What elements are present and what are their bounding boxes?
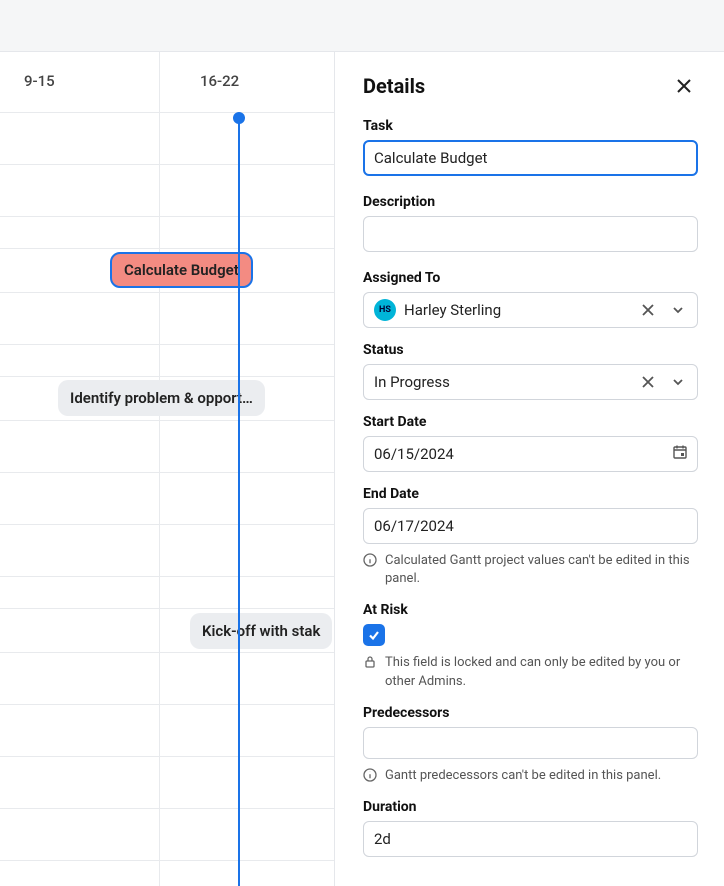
clear-assigned-button[interactable] — [637, 299, 659, 321]
task-input[interactable] — [363, 140, 698, 176]
panel-title: Details — [363, 74, 425, 98]
gantt-column-header: 9-15 — [24, 72, 55, 90]
grid-line — [0, 652, 334, 653]
start-date-label: Start Date — [363, 414, 698, 430]
description-label: Description — [363, 194, 698, 210]
grid-line — [0, 216, 334, 217]
status-select[interactable]: In Progress — [363, 364, 698, 400]
grid-line — [0, 808, 334, 809]
end-date-note: Calculated Gantt project values can't be… — [385, 552, 698, 588]
grid-line — [0, 576, 334, 577]
info-icon — [363, 768, 377, 782]
chevron-down-icon — [671, 303, 685, 317]
grid-line — [0, 376, 334, 377]
grid-line — [0, 860, 334, 861]
assigned-name: Harley Sterling — [404, 301, 629, 319]
atrisk-label: At Risk — [363, 602, 698, 618]
end-date-label: End Date — [363, 486, 698, 502]
gantt-task-identify-problem[interactable]: Identify problem & opport… — [58, 380, 265, 416]
grid-line — [0, 524, 334, 525]
grid-line — [0, 164, 334, 165]
predecessors-input[interactable] — [363, 727, 698, 759]
status-label: Status — [363, 342, 698, 358]
gantt-task-label: Identify problem & opport… — [70, 389, 253, 407]
assigned-label: Assigned To — [363, 270, 698, 286]
info-icon — [363, 553, 377, 567]
gantt-task-label: Calculate Budget — [124, 261, 239, 279]
grid-line — [0, 112, 334, 113]
calendar-icon[interactable] — [672, 444, 688, 464]
clear-status-button[interactable] — [637, 371, 659, 393]
gantt-column-header: 16-22 — [200, 72, 239, 90]
grid-line — [0, 344, 334, 345]
gantt-column — [160, 52, 335, 886]
duration-input[interactable] — [363, 821, 698, 857]
avatar: HS — [374, 299, 396, 321]
grid-line — [0, 472, 334, 473]
task-label: Task — [363, 118, 698, 134]
gantt-chart[interactable]: 9-15 16-22 Calculate Budget Identify pro… — [0, 52, 335, 886]
expand-assigned-button[interactable] — [667, 299, 689, 321]
gantt-task-label: Kick-off with stak — [202, 622, 320, 640]
lock-note: This field is locked and can only be edi… — [385, 654, 698, 690]
grid-line — [0, 608, 334, 609]
grid-line — [0, 292, 334, 293]
close-icon — [674, 76, 694, 96]
start-date-input[interactable] — [363, 436, 698, 472]
close-icon — [641, 375, 655, 389]
predecessors-note: Gantt predecessors can't be edited in th… — [385, 767, 661, 785]
close-icon — [641, 303, 655, 317]
assigned-select[interactable]: HS Harley Sterling — [363, 292, 698, 328]
chevron-down-icon — [671, 375, 685, 389]
gantt-task-calculate-budget[interactable]: Calculate Budget — [110, 252, 253, 288]
end-date-input[interactable] — [363, 508, 698, 544]
grid-line — [0, 420, 334, 421]
gantt-column — [0, 52, 160, 886]
main-content: 9-15 16-22 Calculate Budget Identify pro… — [0, 52, 724, 886]
top-bar — [0, 0, 724, 52]
grid-line — [0, 704, 334, 705]
details-panel: Details Task Description Assigned To HS … — [335, 52, 724, 886]
duration-label: Duration — [363, 799, 698, 815]
grid-line — [0, 756, 334, 757]
today-marker-line — [238, 117, 240, 886]
predecessors-label: Predecessors — [363, 705, 698, 721]
status-value: In Progress — [374, 373, 629, 391]
atrisk-checkbox[interactable] — [363, 624, 385, 646]
expand-status-button[interactable] — [667, 371, 689, 393]
lock-icon — [363, 655, 377, 669]
description-input[interactable] — [363, 216, 698, 252]
today-marker-dot — [233, 112, 245, 124]
gantt-task-kickoff[interactable]: Kick-off with stak — [190, 613, 332, 649]
check-icon — [367, 628, 381, 642]
close-button[interactable] — [670, 72, 698, 100]
grid-line — [0, 248, 334, 249]
